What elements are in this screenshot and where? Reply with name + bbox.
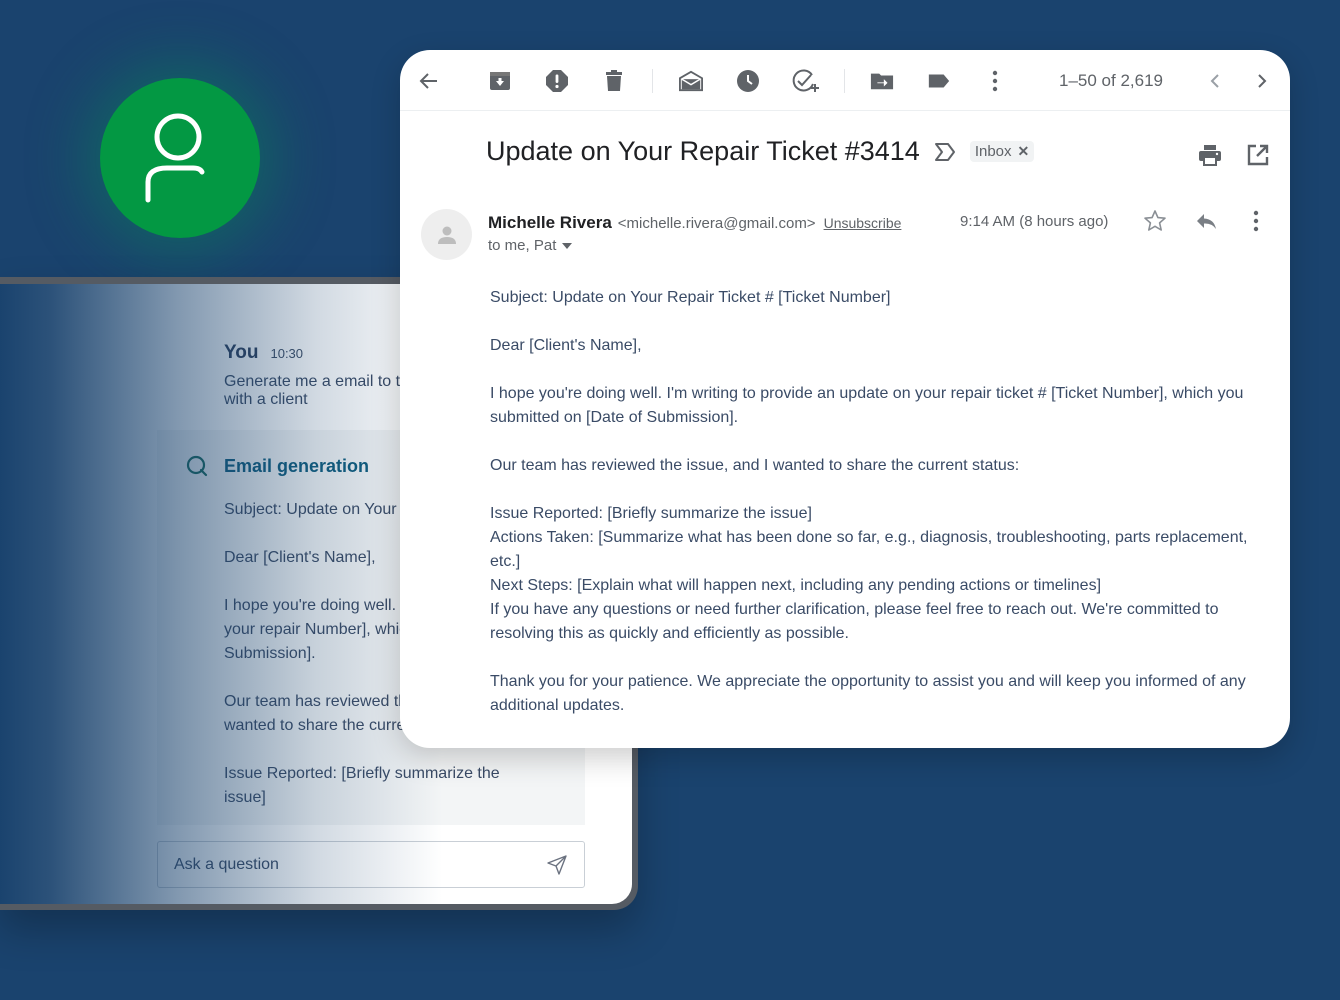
inbox-label-chip[interactable]: Inbox ✕ [969, 141, 1035, 162]
recipients-text: to me, Pat [488, 237, 557, 254]
remove-label-icon[interactable]: ✕ [1018, 143, 1030, 160]
user-name: You [224, 342, 259, 363]
label-icon[interactable] [927, 69, 951, 93]
ai-response-header: Email generation [186, 455, 369, 477]
print-icon[interactable] [1198, 143, 1222, 167]
chevron-right-icon[interactable] [1250, 69, 1274, 93]
add-task-icon[interactable] [792, 69, 820, 93]
ai-response-title: Email generation [224, 455, 370, 476]
reply-icon[interactable] [1194, 209, 1218, 233]
email-paragraph: Subject: Update on Your Repair Ticket # … [490, 289, 891, 306]
ask-question-input[interactable]: Ask a question [157, 841, 585, 888]
search-loader-icon [186, 455, 208, 477]
message-time: 10:30 [270, 346, 304, 361]
toolbar-divider [652, 69, 653, 93]
email-toolbar: 1–50 of 2,619 [400, 50, 1290, 111]
report-spam-icon[interactable] [545, 69, 569, 93]
chevron-left-icon[interactable] [1203, 69, 1227, 93]
caret-down-icon [562, 242, 573, 249]
recipients-dropdown[interactable]: to me, Pat [488, 237, 573, 254]
user-icon [145, 113, 205, 203]
mark-unread-icon[interactable] [679, 69, 703, 93]
more-options-icon[interactable] [1244, 209, 1268, 233]
email-paragraph: I hope you're doing well. I'm writing to… [490, 385, 1244, 426]
sender-name: Michelle Rivera [488, 213, 612, 232]
ai-paragraph: Issue Reported: [Briefly summarize the i… [224, 765, 500, 806]
email-paragraph: Thank you for your patience. We apprecia… [490, 673, 1246, 714]
sender-info: Michelle Rivera <michelle.rivera@gmail.c… [488, 213, 901, 233]
back-arrow-icon[interactable] [417, 69, 441, 93]
email-paragraph: Dear [Client's Name], [490, 337, 642, 354]
email-subject: Update on Your Repair Ticket #3414 [486, 136, 920, 166]
email-window: 1–50 of 2,619 Update on Your Repair Tick… [400, 50, 1290, 748]
user-avatar [100, 78, 260, 238]
label-chip-text: Inbox [974, 143, 1012, 160]
email-paragraph: Next Steps: [Explain what will happen ne… [490, 577, 1102, 594]
snooze-icon[interactable] [736, 69, 760, 93]
input-placeholder: Ask a question [174, 855, 279, 873]
email-paragraph: Our team has reviewed the issue, and I w… [490, 457, 1020, 474]
email-paragraph: If you have any questions or need furthe… [490, 601, 1219, 642]
email-paragraph: Actions Taken: [Summarize what has been … [490, 529, 1248, 570]
open-in-new-window-icon[interactable] [1246, 143, 1270, 167]
send-icon[interactable] [546, 854, 568, 876]
email-paragraph: Issue Reported: [Briefly summarize the i… [490, 505, 812, 522]
more-vert-icon[interactable] [983, 69, 1007, 93]
sender-email: <michelle.rivera@gmail.com> [617, 215, 816, 232]
sender-avatar[interactable] [421, 209, 472, 260]
email-body: Subject: Update on Your Repair Ticket # … [490, 286, 1275, 742]
email-subject-line: Update on Your Repair Ticket #3414 Inbox… [486, 136, 1035, 167]
unsubscribe-link[interactable]: Unsubscribe [824, 215, 902, 231]
star-icon[interactable] [1143, 209, 1167, 233]
person-icon [437, 226, 456, 244]
importance-marker-icon[interactable] [934, 142, 956, 162]
message-timestamp: 9:14 AM (8 hours ago) [960, 213, 1109, 230]
archive-icon[interactable] [488, 69, 512, 93]
user-message-header: You 10:30 [224, 342, 303, 364]
pagination-count: 1–50 of 2,619 [1059, 71, 1163, 90]
delete-icon[interactable] [602, 69, 626, 93]
move-to-icon[interactable] [870, 69, 894, 93]
toolbar-divider [844, 69, 845, 93]
